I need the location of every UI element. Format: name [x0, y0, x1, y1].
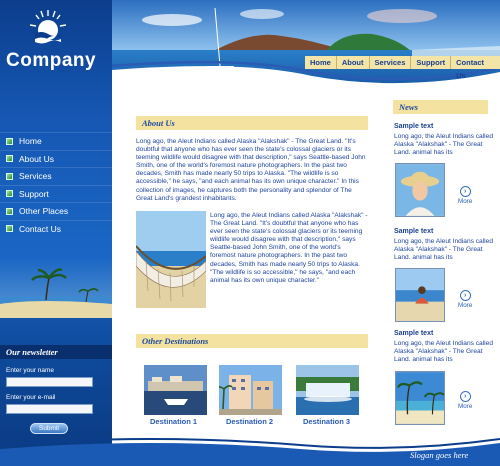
side-nav-item-home[interactable]: Home — [0, 132, 112, 149]
news-heading: News — [393, 100, 488, 114]
destinations-heading: Other Destinations — [136, 334, 368, 348]
submit-button[interactable]: Submit — [30, 423, 68, 434]
top-nav-home[interactable]: Home — [305, 56, 337, 69]
destination-1-image[interactable] — [144, 365, 207, 415]
header-banner-image — [112, 0, 500, 85]
news-item-title: Sample text — [394, 228, 434, 235]
news-item-text: Long ago, the Aleut Indians called Alask… — [394, 340, 493, 363]
more-label: More — [458, 198, 473, 205]
side-nav-item-support[interactable]: Support — [0, 184, 112, 202]
destination-2-link[interactable]: Destination 2 — [226, 417, 273, 426]
more-link[interactable]: › More — [458, 391, 472, 410]
side-nav-label: Services — [19, 171, 52, 181]
destination-3-image[interactable] — [296, 365, 359, 415]
hammock-beach-image — [136, 211, 206, 308]
side-nav-item-about-us[interactable]: About Us — [0, 149, 112, 167]
side-nav-item-contact-us[interactable]: Contact Us — [0, 219, 112, 237]
email-label: Enter your e-mail — [6, 394, 56, 401]
about-paragraph-1: Long ago, the Aleut Indians called Alask… — [136, 138, 366, 202]
email-input[interactable] — [6, 404, 93, 414]
side-nav: Home About Us Services Support Other Pla… — [0, 132, 112, 237]
destination-3-link[interactable]: Destination 3 — [303, 417, 350, 426]
more-label: More — [458, 403, 473, 410]
top-nav-contact-us[interactable]: Contact Us — [451, 56, 500, 80]
top-nav-services[interactable]: Services — [370, 56, 412, 69]
news-item-text: Long ago, the Aleut Indians called Alask… — [394, 133, 493, 156]
side-nav-item-other-places[interactable]: Other Places — [0, 202, 112, 219]
news-item-text: Long ago, the Aleut Indians called Alask… — [394, 238, 493, 261]
chevron-right-icon: › — [459, 391, 471, 402]
news-woman-beach-image — [395, 268, 445, 322]
chevron-right-icon: › — [459, 290, 471, 301]
more-link[interactable]: › More — [458, 290, 472, 309]
news-item-title: Sample text — [394, 123, 434, 130]
destination-1-link[interactable]: Destination 1 — [150, 417, 197, 426]
top-nav-support[interactable]: Support — [411, 56, 452, 69]
top-nav: Home About Services Support Contact Us — [305, 56, 500, 80]
about-paragraph-2: Long ago, the Aleut Indians called Alask… — [210, 212, 368, 284]
bullet-icon — [6, 172, 13, 180]
news-palm-beach-image — [395, 371, 445, 425]
destination-2-image[interactable] — [219, 365, 282, 415]
side-nav-label: Support — [19, 188, 49, 199]
chevron-right-icon: › — [459, 186, 471, 197]
brand-name: Company — [6, 50, 97, 71]
side-nav-label: About Us — [19, 153, 54, 164]
name-label: Enter your name — [6, 367, 55, 374]
name-input[interactable] — [6, 377, 93, 387]
top-nav-about[interactable]: About — [337, 56, 370, 69]
side-nav-label: Contact Us — [19, 223, 62, 234]
bullet-icon — [6, 207, 13, 215]
newsletter-heading: Our newsletter — [0, 345, 112, 359]
side-nav-label: Home — [19, 136, 42, 146]
more-link[interactable]: › More — [458, 186, 472, 205]
logo[interactable]: Company — [0, 0, 112, 85]
sun-wave-logo-icon — [29, 10, 67, 44]
news-item-title: Sample text — [394, 330, 434, 337]
more-label: More — [458, 302, 473, 309]
slogan: Slogan goes here — [410, 450, 469, 460]
news-woman-hat-image — [395, 163, 445, 217]
bullet-icon — [6, 155, 13, 162]
side-nav-label: Other Places — [19, 206, 69, 216]
side-nav-item-services[interactable]: Services — [0, 167, 112, 184]
beach-palm-image — [0, 258, 112, 318]
bullet-icon — [6, 190, 13, 197]
bullet-icon — [6, 225, 13, 232]
bullet-icon — [6, 137, 13, 145]
about-heading: About Us — [136, 116, 368, 130]
